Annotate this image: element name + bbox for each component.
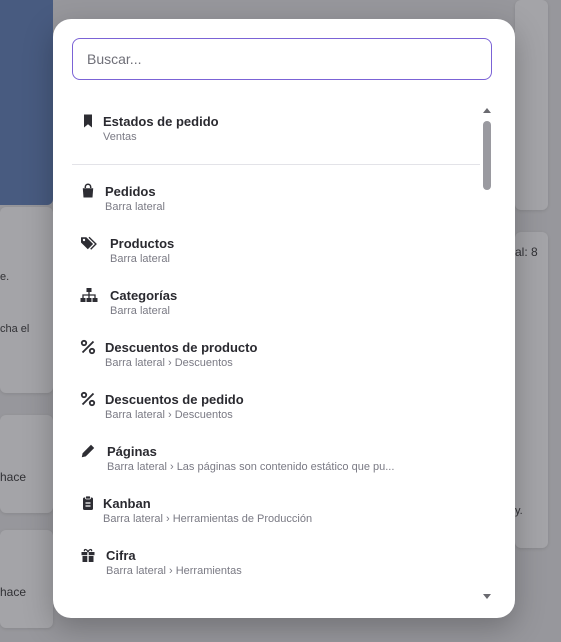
result-title: Descuentos de pedido — [105, 392, 244, 407]
result-subtitle: Barra lateral — [105, 201, 165, 213]
tags-icon — [80, 235, 98, 251]
bookmark-icon — [80, 113, 96, 129]
result-title: Productos — [110, 236, 175, 251]
result-item[interactable]: Pedidos Barra lateral — [72, 175, 480, 223]
divider — [72, 164, 480, 165]
result-subtitle: Ventas — [103, 131, 137, 143]
result-item[interactable]: Categorías Barra lateral — [72, 279, 480, 327]
results-list: Estados de pedido Ventas Pedidos Barra l… — [72, 105, 480, 599]
result-item[interactable]: Cifra Barra lateral › Herramientas — [72, 539, 480, 587]
result-subtitle: Barra lateral › Las páginas son contenid… — [107, 461, 395, 473]
result-item[interactable]: Páginas Barra lateral › Las páginas son … — [72, 435, 480, 483]
result-title: Descuentos de producto — [105, 340, 258, 355]
result-item[interactable]: Descuentos de producto Barra lateral › D… — [72, 331, 480, 379]
result-item[interactable]: Productos Barra lateral — [72, 227, 480, 275]
scrollbar[interactable] — [481, 107, 493, 599]
scroll-down-arrow-icon[interactable] — [483, 594, 491, 599]
pencil-icon — [80, 443, 96, 459]
result-item[interactable]: Estados de pedido Ventas — [72, 105, 480, 153]
result-title: Cifra — [106, 548, 136, 563]
shopping-bag-icon — [80, 183, 96, 199]
scrollbar-thumb[interactable] — [483, 121, 491, 190]
result-subtitle: Barra lateral — [110, 253, 170, 265]
search-input[interactable] — [85, 50, 479, 68]
result-subtitle: Barra lateral › Herramientas de Producci… — [103, 513, 313, 525]
scroll-up-arrow-icon[interactable] — [483, 108, 491, 113]
result-title: Estados de pedido — [103, 114, 219, 129]
result-subtitle: Barra lateral — [110, 305, 170, 317]
result-item[interactable]: Descuentos de pedido Barra lateral › Des… — [72, 383, 480, 431]
sitemap-icon — [80, 287, 98, 303]
result-title: Categorías — [110, 288, 178, 303]
result-item[interactable]: Kanban Barra lateral › Herramientas de P… — [72, 487, 480, 535]
clipboard-icon — [80, 495, 96, 511]
result-subtitle: Barra lateral › Descuentos — [105, 409, 233, 421]
result-title: Páginas — [107, 444, 157, 459]
result-title: Pedidos — [105, 184, 156, 199]
result-subtitle: Barra lateral › Herramientas — [106, 565, 242, 577]
command-palette: Estados de pedido Ventas Pedidos Barra l… — [53, 19, 515, 618]
result-title: Kanban — [103, 496, 151, 511]
percent-icon — [80, 391, 96, 407]
search-box — [72, 38, 492, 80]
result-subtitle: Barra lateral › Descuentos — [105, 357, 233, 369]
gift-icon — [80, 547, 96, 563]
percent-icon — [80, 339, 96, 355]
